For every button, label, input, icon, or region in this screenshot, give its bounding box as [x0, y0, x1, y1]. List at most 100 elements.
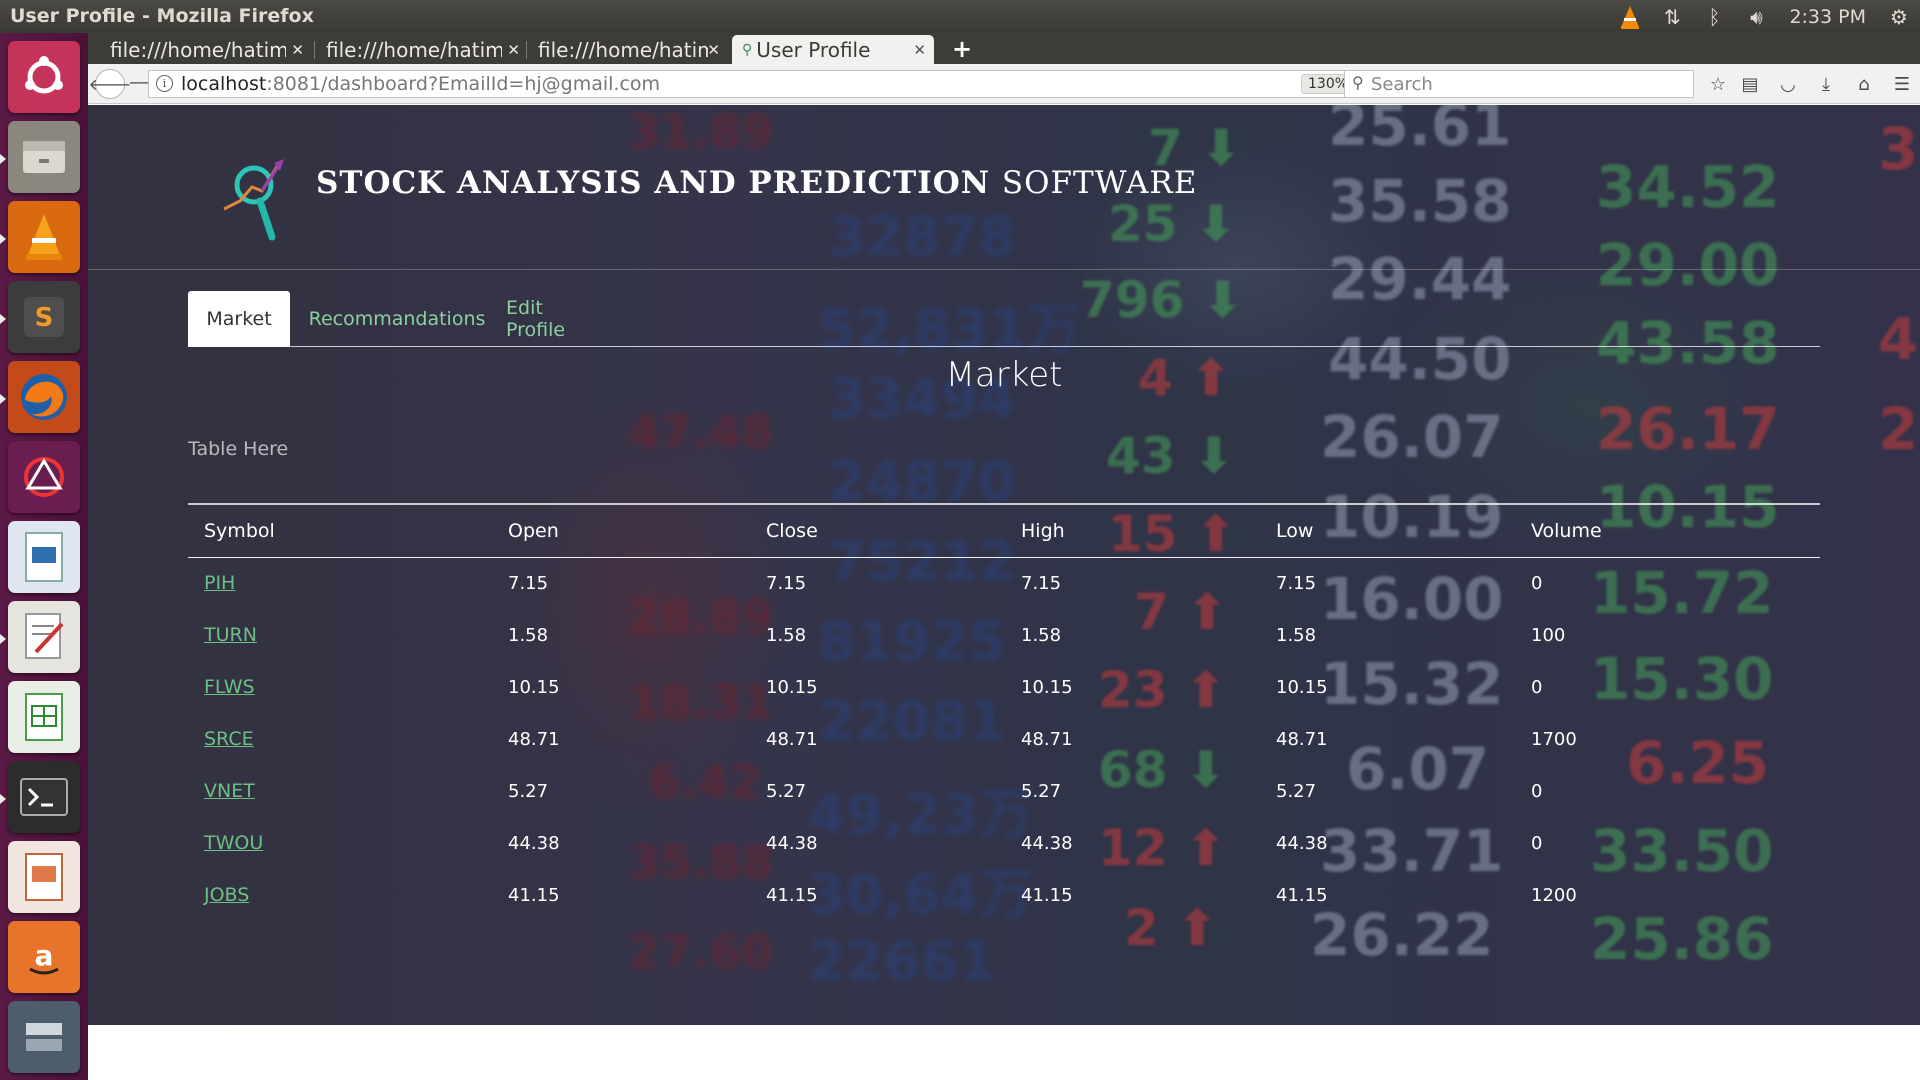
bookmark-star-icon[interactable]: ☆ — [1704, 70, 1732, 98]
downloads-icon[interactable]: ⤓ — [1812, 70, 1840, 98]
browser-tab[interactable]: file:///home/hatim/ ✕ — [100, 35, 312, 64]
more-apps-icon[interactable] — [8, 1001, 80, 1073]
symbol-link[interactable]: FLWS — [204, 676, 255, 698]
column-header-close: Close — [750, 503, 1005, 558]
high-cell: 5.27 — [1021, 780, 1062, 802]
svg-text:S: S — [35, 303, 54, 333]
presentation-icon[interactable] — [8, 841, 80, 913]
vlc-launcher-icon[interactable] — [8, 201, 80, 273]
settings-icon[interactable]: ⚙ — [1878, 0, 1920, 33]
network-icon[interactable]: ⇅ — [1651, 0, 1693, 33]
favicon-icon: ⚲ — [742, 41, 753, 58]
terminal-icon[interactable] — [8, 761, 80, 833]
tab-separator — [314, 41, 315, 59]
web-app-icon[interactable] — [8, 441, 80, 513]
browser-tab-active[interactable]: ⚲ User Profile ✕ — [732, 35, 934, 64]
bluetooth-icon[interactable]: ᛒ — [1693, 0, 1735, 33]
system-tray: ⇅ ᛒ 🔊︎ 2:33 PM ⚙ — [1609, 0, 1920, 33]
tab-market[interactable]: Market — [188, 291, 290, 347]
clock[interactable]: 2:33 PM — [1777, 0, 1878, 33]
symbol-link[interactable]: VNET — [204, 780, 255, 802]
ubuntu-dash-icon[interactable] — [8, 41, 80, 113]
volume-cell: 0 — [1531, 676, 1543, 698]
close-tab-icon[interactable]: ✕ — [291, 41, 304, 59]
close-cell: 48.71 — [766, 728, 818, 750]
tab-label: User Profile — [756, 37, 871, 62]
running-indicator — [0, 394, 6, 404]
info-icon[interactable]: i — [156, 75, 173, 92]
symbol-link[interactable]: PIH — [204, 572, 235, 594]
close-cell: 41.15 — [766, 884, 818, 906]
image-viewer-icon[interactable] — [8, 521, 80, 593]
amazon-icon[interactable]: a — [8, 921, 80, 993]
low-cell: 41.15 — [1276, 884, 1328, 906]
high-cell: 44.38 — [1021, 832, 1073, 854]
symbol-cell: TWOU — [188, 817, 492, 869]
low-cell: 44.38 — [1276, 832, 1328, 854]
tab-label: file:///home/hatim/ — [538, 37, 708, 62]
volume-icon[interactable]: 🔊︎ — [1735, 0, 1777, 33]
spreadsheet-icon[interactable] — [8, 681, 80, 753]
files-icon[interactable] — [8, 121, 80, 193]
table-row: PIH 7.15 7.15 7.15 7.15 0 — [188, 557, 1820, 609]
tab-recommandations[interactable]: Recommandations — [309, 291, 486, 347]
high-cell: 10.15 — [1021, 676, 1073, 698]
open-cell: 10.15 — [508, 676, 560, 698]
close-tab-icon[interactable]: ✕ — [913, 41, 926, 59]
pocket-icon[interactable]: ◡ — [1774, 70, 1802, 98]
browser-tabstrip: file:///home/hatim/ ✕ file:///home/hatim… — [88, 33, 1920, 64]
vlc-icon[interactable] — [1609, 0, 1651, 33]
running-indicator — [0, 234, 6, 244]
symbol-cell: FLWS — [188, 661, 492, 713]
running-indicator — [0, 794, 6, 804]
symbol-link[interactable]: TWOU — [204, 832, 263, 854]
url-bar[interactable]: i localhost:8081/dashboard?EmailId=hj@gm… — [148, 70, 1418, 98]
tab-edit-profile[interactable]: Edit Profile — [506, 291, 606, 347]
url-text: localhost:8081/dashboard?EmailId=hj@gmai… — [181, 73, 660, 95]
table-row: FLWS 10.15 10.15 10.15 10.15 0 — [188, 661, 1820, 713]
open-cell: 48.71 — [508, 728, 560, 750]
low-cell: 48.71 — [1276, 728, 1328, 750]
high-cell: 48.71 — [1021, 728, 1073, 750]
volume-cell: 100 — [1531, 624, 1566, 646]
volume-cell: 0 — [1531, 832, 1543, 854]
menu-icon[interactable]: ☰ — [1888, 70, 1916, 98]
page-viewport: 25.61 35.58 29.44 44.50 26.07 10.19 16.0… — [88, 105, 1920, 1025]
symbol-cell: PIH — [188, 557, 492, 609]
reading-list-icon[interactable]: ▤ — [1736, 70, 1764, 98]
close-cell: 7.15 — [766, 572, 807, 594]
running-indicator — [0, 314, 6, 324]
symbol-link[interactable]: JOBS — [204, 884, 249, 906]
site-title-thin: SOFTWARE — [1001, 165, 1198, 201]
tab-label: file:///home/hatim/ — [110, 37, 286, 62]
close-cell: 5.27 — [766, 780, 807, 802]
symbol-link[interactable]: TURN — [204, 624, 257, 646]
launcher: S a — [0, 33, 88, 1080]
back-button[interactable]: 🡐 — [89, 69, 131, 99]
firefox-icon[interactable] — [8, 361, 80, 433]
new-tab-button[interactable]: + — [952, 35, 972, 63]
column-header-low: Low — [1260, 503, 1515, 558]
browser-tab[interactable]: file:///home/hatim/ ✕ — [316, 35, 528, 64]
tab-separator — [526, 41, 527, 59]
high-cell: 1.58 — [1021, 624, 1062, 646]
close-tab-icon[interactable]: ✕ — [507, 41, 520, 59]
search-bar[interactable]: ⚲ Search — [1344, 70, 1694, 98]
market-table: Symbol Open Close High Low Volume PIH 7.… — [188, 503, 1820, 921]
close-tab-icon[interactable]: ✕ — [707, 41, 720, 59]
symbol-cell: SRCE — [188, 713, 492, 765]
column-header-open: Open — [492, 503, 750, 558]
sublime-text-icon[interactable]: S — [8, 281, 80, 353]
table-caption: Table Here — [188, 438, 289, 460]
symbol-link[interactable]: SRCE — [204, 728, 254, 750]
open-cell: 41.15 — [508, 884, 560, 906]
page-bottom-blank — [88, 1025, 1920, 1080]
open-cell: 5.27 — [508, 780, 549, 802]
text-editor-icon[interactable] — [8, 601, 80, 673]
search-icon: ⚲ — [1352, 73, 1364, 92]
browser-tab[interactable]: file:///home/hatim/ ✕ — [528, 35, 728, 64]
home-icon[interactable]: ⌂ — [1850, 70, 1878, 98]
browser-navbar: 🡐 🡒 i localhost:8081/dashboard?EmailId=h… — [88, 64, 1920, 104]
page-tabs: Market Recommandations Edit Profile — [188, 291, 1820, 347]
low-cell: 10.15 — [1276, 676, 1328, 698]
